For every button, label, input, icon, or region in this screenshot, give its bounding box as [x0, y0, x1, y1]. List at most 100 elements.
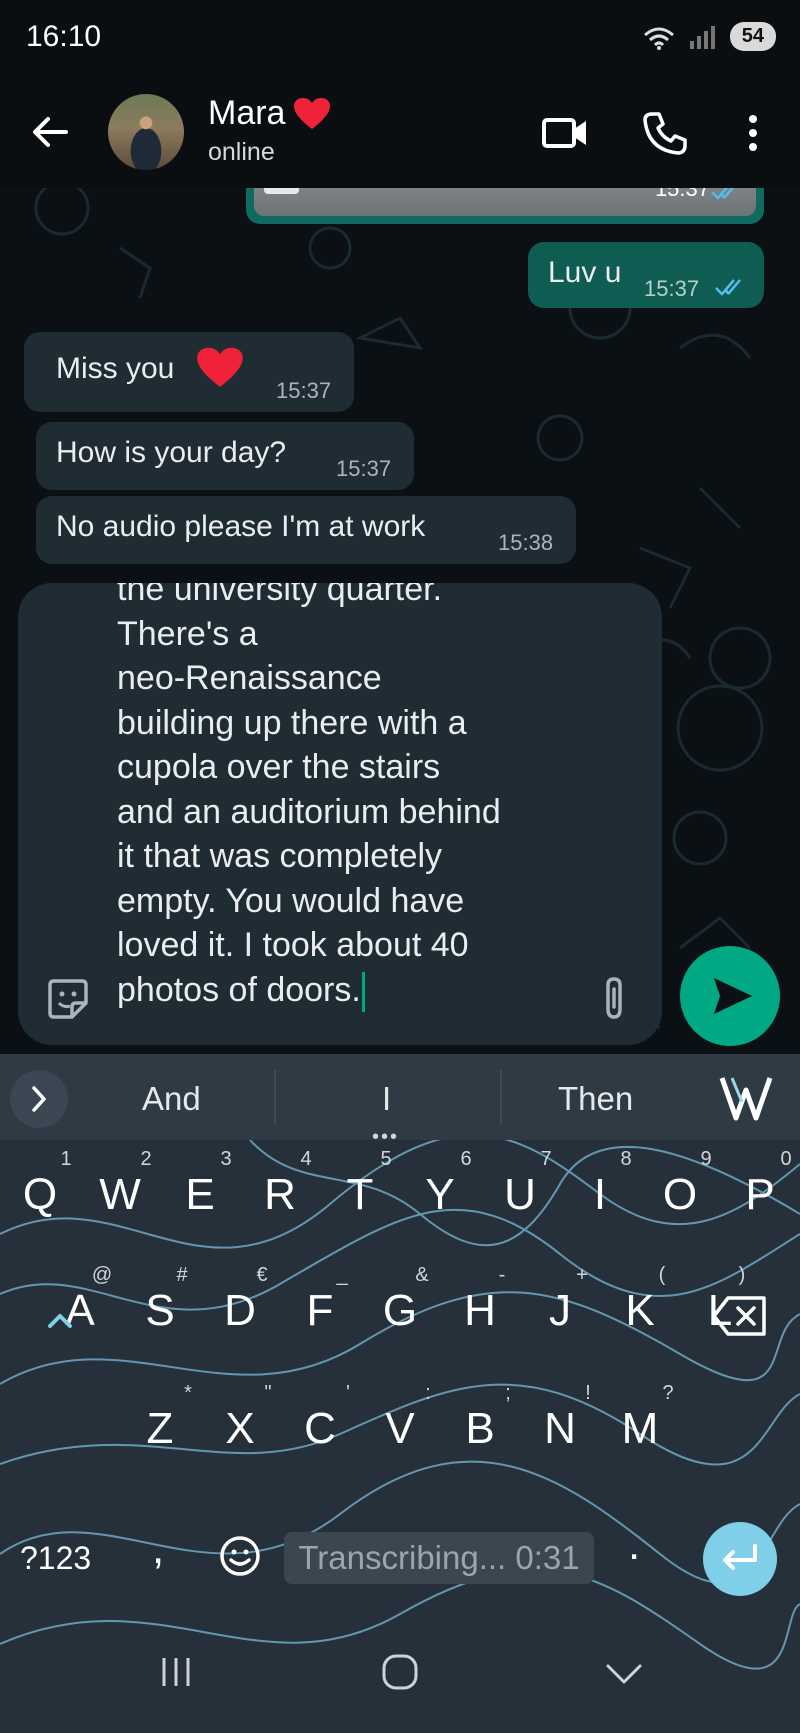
- key-p[interactable]: P: [720, 1170, 800, 1220]
- send-icon: [714, 978, 752, 1014]
- avatar[interactable]: [108, 94, 184, 170]
- signal-icon: [689, 25, 715, 49]
- contact-name[interactable]: Mara: [208, 94, 331, 133]
- navigation-bar: [0, 1618, 800, 1733]
- key-c[interactable]: C: [280, 1404, 360, 1454]
- phone-icon[interactable]: [640, 108, 690, 158]
- input-line: neo-Renaissance: [117, 659, 382, 697]
- key-m[interactable]: M: [600, 1404, 680, 1454]
- home-icon[interactable]: [370, 1642, 430, 1702]
- input-line: loved it. I took about 40: [117, 926, 469, 964]
- message-input[interactable]: the university quarter. There's a neo-Re…: [18, 583, 662, 1045]
- key-u[interactable]: U: [480, 1170, 560, 1220]
- key-e[interactable]: E: [160, 1170, 240, 1220]
- incoming-message[interactable]: Miss you 15:37: [24, 332, 354, 412]
- key-hint: 5: [380, 1148, 392, 1170]
- suggestion-bar: And I ••• Then: [0, 1054, 800, 1148]
- divider: [500, 1070, 502, 1124]
- key-hint: :: [425, 1382, 431, 1404]
- input-line: photos of doors.: [117, 970, 361, 1009]
- message-text: Miss you: [56, 352, 175, 385]
- message-time: 15:38: [498, 530, 554, 555]
- key-hint: +: [576, 1264, 588, 1286]
- enter-icon: [723, 1544, 757, 1570]
- key-q[interactable]: Q: [0, 1170, 80, 1220]
- key-w[interactable]: W: [80, 1170, 160, 1220]
- shift-icon[interactable]: [40, 1300, 80, 1340]
- key-hint: 0: [780, 1148, 792, 1170]
- more-suggestions-icon[interactable]: •••: [372, 1126, 399, 1149]
- suggestion-3[interactable]: Then: [558, 1080, 633, 1118]
- space-bar[interactable]: Transcribing... 0:31: [284, 1532, 594, 1584]
- input-line: it that was completely: [117, 837, 443, 875]
- key-g[interactable]: G: [360, 1286, 440, 1336]
- key-b[interactable]: B: [440, 1404, 520, 1454]
- keyboard-logo-icon[interactable]: [718, 1072, 774, 1124]
- back-arrow-icon[interactable]: [28, 110, 72, 154]
- message-text: No audio please I'm at work: [56, 510, 426, 543]
- key-n[interactable]: N: [520, 1404, 600, 1454]
- key-r[interactable]: R: [240, 1170, 320, 1220]
- enter-key[interactable]: [703, 1522, 777, 1596]
- chat-header: Mara online: [0, 80, 800, 188]
- key-y[interactable]: Y: [400, 1170, 480, 1220]
- status-time: 16:10: [26, 20, 102, 53]
- chevron-right-icon: [32, 1086, 46, 1112]
- video-call-icon[interactable]: [540, 108, 590, 158]
- input-line: There's a: [117, 614, 258, 653]
- text-caret: [361, 971, 365, 1012]
- key-f[interactable]: F: [280, 1286, 360, 1336]
- message-time: 15:37: [336, 456, 392, 481]
- media-message[interactable]: HD 15:37: [246, 188, 764, 224]
- key-hint: ?: [662, 1382, 674, 1404]
- key-j[interactable]: J: [520, 1286, 600, 1336]
- emoji-icon[interactable]: [218, 1534, 262, 1578]
- key-hint: 2: [140, 1148, 152, 1170]
- key-hint: !: [585, 1382, 591, 1404]
- read-ticks-icon: [715, 279, 741, 296]
- key-x[interactable]: X: [200, 1404, 280, 1454]
- symbols-key[interactable]: ?123: [20, 1540, 91, 1577]
- key-hint: ): [738, 1264, 746, 1286]
- sticker-icon[interactable]: [44, 975, 92, 1023]
- outgoing-message[interactable]: Luv u 15:37: [528, 242, 764, 308]
- key-o[interactable]: O: [640, 1170, 720, 1220]
- comma-key[interactable]: ,: [152, 1524, 164, 1574]
- key-hint: #: [176, 1264, 188, 1286]
- input-line: the university quarter.: [117, 583, 443, 608]
- contact-name-text: Mara: [208, 94, 286, 132]
- recent-apps-icon[interactable]: [146, 1642, 206, 1702]
- message-input-text[interactable]: the university quarter. There's a neo-Re…: [117, 583, 567, 1012]
- incoming-message[interactable]: No audio please I'm at work 15:38: [36, 496, 576, 564]
- incoming-message[interactable]: How is your day? 15:37: [36, 422, 414, 490]
- input-line: cupola over the stairs: [117, 748, 441, 786]
- key-z[interactable]: Z: [120, 1404, 200, 1454]
- message-time: 15:37: [654, 188, 710, 201]
- key-hint: 1: [60, 1148, 72, 1170]
- period-key[interactable]: .: [628, 1520, 640, 1570]
- key-v[interactable]: V: [360, 1404, 440, 1454]
- input-line: empty. You would have: [117, 881, 465, 920]
- key-h[interactable]: H: [440, 1286, 520, 1336]
- battery-indicator: 54: [729, 22, 776, 51]
- key-i[interactable]: I: [560, 1170, 640, 1220]
- key-s[interactable]: S: [120, 1286, 200, 1336]
- toolbar-toggle-button[interactable]: [10, 1070, 68, 1128]
- key-t[interactable]: T: [320, 1170, 400, 1220]
- key-k[interactable]: K: [600, 1286, 680, 1336]
- key-d[interactable]: D: [200, 1286, 280, 1336]
- send-button[interactable]: [680, 946, 780, 1046]
- key-hint: 7: [540, 1148, 552, 1170]
- more-options-icon[interactable]: [728, 108, 778, 158]
- read-ticks-icon: [711, 188, 735, 200]
- status-bar: 16:10 54: [0, 0, 800, 80]
- suggestion-2[interactable]: I: [382, 1080, 391, 1118]
- attach-icon[interactable]: [594, 975, 634, 1023]
- keyboard: And I ••• Then Q1W2E3R4T5Y6U7I8O9P0 A @ S #…: [0, 1054, 800, 1733]
- key-hint: *: [184, 1382, 192, 1404]
- suggestion-1[interactable]: And: [142, 1080, 201, 1118]
- wifi-icon: [643, 27, 674, 50]
- status-icons: 54: [642, 22, 776, 51]
- back-nav-icon[interactable]: [594, 1642, 654, 1702]
- backspace-icon[interactable]: [712, 1294, 768, 1338]
